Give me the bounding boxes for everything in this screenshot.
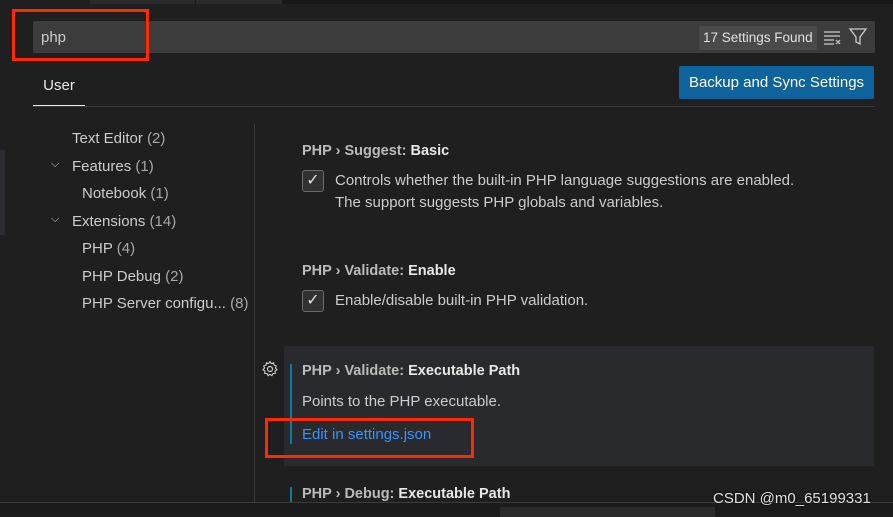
top-tab-strip <box>90 0 893 4</box>
toc-item-features[interactable]: Features (1) <box>72 158 154 175</box>
chevron-down-icon[interactable]: ⌵ <box>51 158 59 171</box>
description-line: Controls whether the built-in PHP langua… <box>335 172 795 189</box>
toc-count: (1) <box>135 158 154 175</box>
chevron-down-icon[interactable]: ⌵ <box>51 213 59 226</box>
setting-description: Controls whether the built-in PHP langua… <box>335 170 794 214</box>
toc-item-extensions[interactable]: Extensions (14) <box>72 213 176 230</box>
settings-found-badge: 17 Settings Found <box>699 26 817 50</box>
setting-name: Enable <box>408 263 456 279</box>
setting-name: Basic <box>410 143 450 159</box>
setting-description: Points to the PHP executable. <box>302 393 502 410</box>
activity-edge <box>0 150 5 235</box>
toc-label: PHP Debug <box>82 268 161 285</box>
toc-count: (14) <box>149 213 177 230</box>
toc-item-php-server[interactable]: PHP Server configu... (8) <box>82 295 248 312</box>
setting-name: Executable Path <box>398 486 511 502</box>
toc-item-notebook[interactable]: Notebook (1) <box>82 185 169 202</box>
toc-count: (1) <box>150 185 169 202</box>
filter-icon[interactable] <box>848 27 868 47</box>
description-line: The support suggests PHP globals and var… <box>335 194 664 211</box>
toc-item-php[interactable]: PHP (4) <box>82 240 135 257</box>
toc-label: Text Editor <box>72 130 143 147</box>
backup-sync-button[interactable]: Backup and Sync Settings <box>679 66 874 99</box>
gear-icon[interactable] <box>261 360 279 378</box>
validate-enable-checkbox[interactable]: ✓ <box>302 290 324 312</box>
toc-count: (4) <box>116 240 136 257</box>
toc-label: Notebook <box>82 185 147 202</box>
suggest-basic-checkbox[interactable]: ✓ <box>302 170 324 192</box>
toc-item-php-debug[interactable]: PHP Debug (2) <box>82 268 183 285</box>
setting-category: PHP › Validate: <box>302 263 409 279</box>
toc-label: Features <box>72 158 132 175</box>
toc-divider[interactable] <box>254 124 255 516</box>
clear-filter-icon[interactable] <box>823 28 843 46</box>
setting-category: PHP › Validate: <box>302 363 409 379</box>
highlight-box-link <box>265 418 474 458</box>
setting-name: Executable Path <box>408 363 521 379</box>
toc-label: PHP Server configu... <box>82 295 226 312</box>
toc-count: (2) <box>147 130 166 147</box>
toc-label: PHP <box>82 240 113 257</box>
watermark: CSDN @m0_65199331 <box>713 490 871 507</box>
highlight-box-search <box>12 9 149 61</box>
checkmark-icon: ✓ <box>306 172 320 189</box>
toc-count: (2) <box>165 268 184 285</box>
tab-user[interactable]: User <box>33 66 85 106</box>
setting-title-suggest-basic: PHP › Suggest: Basic <box>302 143 449 159</box>
toc-label: Extensions <box>72 213 146 230</box>
setting-title-validate-enable: PHP › Validate: Enable <box>302 263 456 279</box>
setting-category: PHP › Debug: <box>302 486 399 502</box>
settings-search-bar: 17 Settings Found <box>33 21 875 53</box>
setting-title-validate-executable-path: PHP › Validate: Executable Path <box>302 363 520 379</box>
setting-title-debug-executable-path: PHP › Debug: Executable Path <box>302 486 510 502</box>
checkmark-icon: ✓ <box>306 292 320 309</box>
setting-category: PHP › Suggest: <box>302 143 411 159</box>
toc-item-text-editor[interactable]: Text Editor (2) <box>72 130 165 147</box>
setting-description: Enable/disable built-in PHP validation. <box>335 292 589 309</box>
toc-count: (8) <box>230 295 249 312</box>
